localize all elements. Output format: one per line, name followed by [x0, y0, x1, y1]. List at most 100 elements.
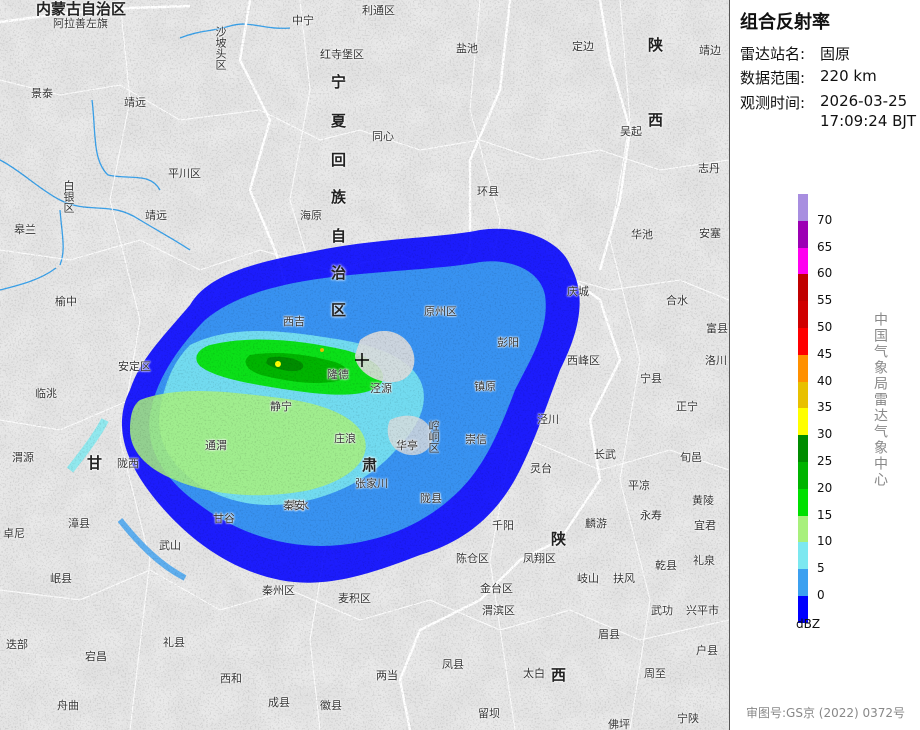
legend-color-step [798, 220, 808, 248]
place-label: 礼泉 [693, 554, 715, 567]
place-label: 平凉 [628, 479, 650, 492]
place-label: 西峰区 [567, 354, 600, 367]
range-value: 220 km [820, 67, 877, 85]
province-label-shaanxi-3: 陕 [551, 530, 567, 548]
place-label: 宁县 [640, 372, 662, 385]
info-panel: 组合反射率 雷达站名: 固原 数据范围: 220 km 观测时间: 2026-0… [729, 0, 920, 730]
place-label: 兴平市 [686, 604, 719, 617]
legend-color-step [798, 569, 808, 596]
place-label: 长武 [594, 448, 616, 461]
place-label: 华池 [631, 228, 653, 241]
place-label: 户县 [696, 644, 718, 657]
place-label: 凤翔区 [523, 552, 556, 565]
legend-color-step [798, 408, 808, 436]
place-label: 庆城 [567, 285, 589, 298]
place-label: 太白 [523, 667, 545, 680]
legend-color-step [798, 327, 808, 355]
place-label: 陇西 [117, 457, 139, 470]
place-label: 庄浪 [334, 432, 356, 445]
legend-tick-label: 55 [817, 293, 833, 308]
place-label: 泾川 [537, 413, 559, 426]
place-label: 陇县 [420, 492, 442, 505]
time-label: 观测时间: [740, 94, 806, 112]
place-label: 靖远 [145, 209, 167, 222]
place-label-vertical: 崆峒区 [427, 420, 440, 453]
place-label: 陈仓区 [456, 552, 489, 565]
place-label: 阿拉善左旗 [53, 17, 108, 30]
radar-echo [0, 0, 729, 730]
place-label: 秦州区 [262, 584, 295, 597]
place-label: 岐山 [577, 572, 599, 585]
place-label: 崇信 [465, 433, 487, 446]
legend-color-step [798, 488, 808, 516]
place-label: 迭部 [6, 638, 28, 651]
province-label-gansu-2: 肃 [362, 456, 378, 474]
place-label: 秦安 [283, 499, 305, 512]
legend-color-step [798, 461, 808, 489]
place-label: 原州区 [424, 305, 457, 318]
legend-tick-label: 65 [817, 239, 833, 254]
place-label: 两当 [376, 669, 398, 682]
place-label: 华亭 [396, 439, 418, 452]
place-label: 旬邑 [680, 451, 702, 464]
place-label: 西和 [220, 672, 242, 685]
place-label: 武山 [159, 539, 181, 552]
place-label: 志丹 [698, 162, 720, 175]
place-label: 礼县 [163, 636, 185, 649]
time-date: 2026-03-25 [820, 92, 908, 110]
place-label: 景泰 [31, 87, 53, 100]
place-label: 利通区 [362, 4, 395, 17]
legend-color-step [798, 354, 808, 382]
legend-tick-label: 35 [817, 400, 833, 415]
legend-color-step [798, 515, 808, 543]
legend-tick-label: 5 [817, 561, 825, 576]
place-label: 泾源 [370, 382, 392, 395]
place-label: 正宁 [676, 400, 698, 413]
legend-tick-label: 30 [817, 427, 833, 442]
place-label: 渭源 [12, 451, 34, 464]
station-label: 雷达站名: [740, 45, 806, 63]
place-label: 彭阳 [497, 336, 519, 349]
legend-color-step [798, 301, 808, 328]
station-row: 雷达站名: 固原 [740, 43, 850, 64]
place-label: 宁陕 [677, 712, 699, 725]
legend-color-step [798, 194, 808, 221]
place-label: 中宁 [292, 14, 314, 27]
place-label: 黄陵 [692, 494, 714, 507]
legend-tick-label: 0 [817, 588, 825, 602]
legend-color-step [798, 542, 808, 570]
place-label: 渭滨区 [482, 604, 515, 617]
place-label: 舟曲 [57, 699, 79, 712]
place-label: 靖远 [124, 96, 146, 109]
place-label: 临洮 [35, 387, 57, 400]
place-label-vertical: 沙坡头区 [214, 26, 227, 70]
legend-tick-label: 10 [817, 534, 833, 549]
place-label: 岷县 [50, 572, 72, 585]
place-label: 静宁 [270, 400, 292, 413]
legend-tick-label: 25 [817, 454, 833, 468]
province-label-ningxia-6: 治 [331, 264, 347, 282]
legend-tick-label: 20 [817, 480, 833, 495]
place-label: 金台区 [480, 582, 513, 595]
place-label: 佛坪 [608, 718, 630, 730]
place-label: 安塞 [699, 227, 721, 240]
place-label: 千阳 [492, 519, 514, 532]
place-label: 同心 [372, 130, 394, 143]
agency-label: 中国气象局雷达气象中心 [872, 312, 888, 488]
place-label: 甘谷 [213, 512, 235, 525]
place-label: 武功 [651, 604, 673, 617]
place-label: 漳县 [68, 517, 90, 530]
place-label: 平川区 [168, 167, 201, 180]
legend-unit: dBZ [796, 617, 821, 631]
place-label: 永寿 [640, 509, 662, 522]
color-legend-bar [798, 194, 808, 623]
place-label: 皋兰 [14, 223, 36, 236]
radar-map[interactable]: 内蒙古自治区 宁 夏 回 族 自 治 区 甘 肃 陕 西 陕 西 阿拉善左旗 中… [0, 0, 729, 730]
place-label: 吴起 [620, 125, 642, 138]
legend-color-step [798, 381, 808, 409]
legend-tick-label: 15 [817, 507, 833, 522]
range-label: 数据范围: [740, 69, 806, 87]
range-row: 数据范围: 220 km [740, 67, 877, 88]
legend-color-step [798, 435, 808, 462]
place-label: 安定区 [118, 360, 151, 373]
